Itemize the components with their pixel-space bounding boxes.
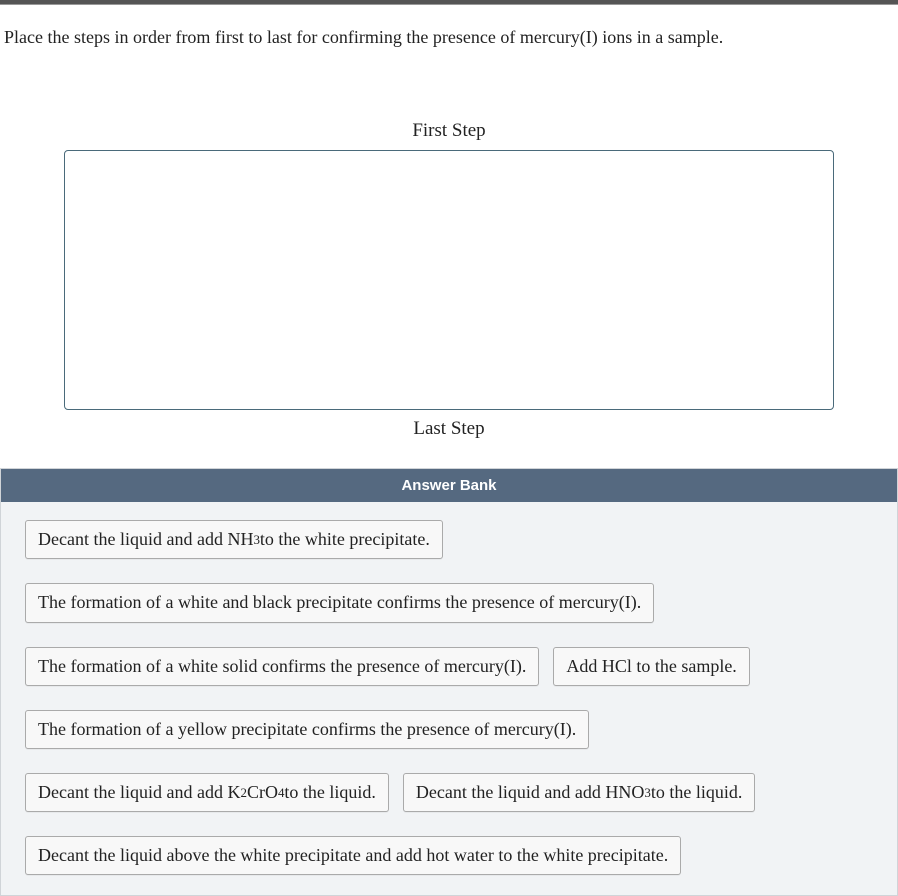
chip-decant-hot-water[interactable]: Decant the liquid above the white precip… — [25, 836, 681, 875]
ordering-dropzone[interactable] — [64, 150, 834, 410]
chip-white-black-precipitate[interactable]: The formation of a white and black preci… — [25, 583, 654, 622]
chip-white-solid[interactable]: The formation of a white solid confirms … — [25, 647, 539, 686]
chip-text: Decant the liquid and add K — [38, 780, 240, 805]
chip-text: to the white precipitate. — [260, 527, 430, 552]
chip-decant-hno3[interactable]: Decant the liquid and add HNO3 to the li… — [403, 773, 755, 812]
first-step-label: First Step — [0, 120, 898, 142]
chip-text: Decant the liquid and add NH — [38, 527, 253, 552]
chip-text: Decant the liquid and add HNO — [416, 780, 644, 805]
chip-decant-k2cro4[interactable]: Decant the liquid and add K2CrO4 to the … — [25, 773, 389, 812]
chip-decant-nh3[interactable]: Decant the liquid and add NH3 to the whi… — [25, 520, 443, 559]
chip-text: Add HCl to the sample. — [566, 654, 736, 679]
chip-text: The formation of a white solid confirms … — [38, 654, 526, 679]
chip-text: The formation of a yellow precipitate co… — [38, 717, 576, 742]
chip-yellow-precipitate[interactable]: The formation of a yellow precipitate co… — [25, 710, 589, 749]
chip-text: to the liquid. — [651, 780, 743, 805]
last-step-label: Last Step — [0, 418, 898, 440]
chip-text: The formation of a white and black preci… — [38, 590, 641, 615]
chip-text: Decant the liquid above the white precip… — [38, 843, 668, 868]
answer-bank-header: Answer Bank — [1, 469, 897, 502]
question-text: Place the steps in order from first to l… — [0, 5, 898, 60]
chip-text: CrO — [247, 780, 278, 805]
chip-add-hcl[interactable]: Add HCl to the sample. — [553, 647, 749, 686]
ordering-area: First Step Last Step — [0, 120, 898, 440]
answer-bank: Answer Bank Decant the liquid and add NH… — [0, 468, 898, 896]
chip-text: to the liquid. — [284, 780, 376, 805]
answer-bank-body: Decant the liquid and add NH3 to the whi… — [1, 502, 897, 895]
